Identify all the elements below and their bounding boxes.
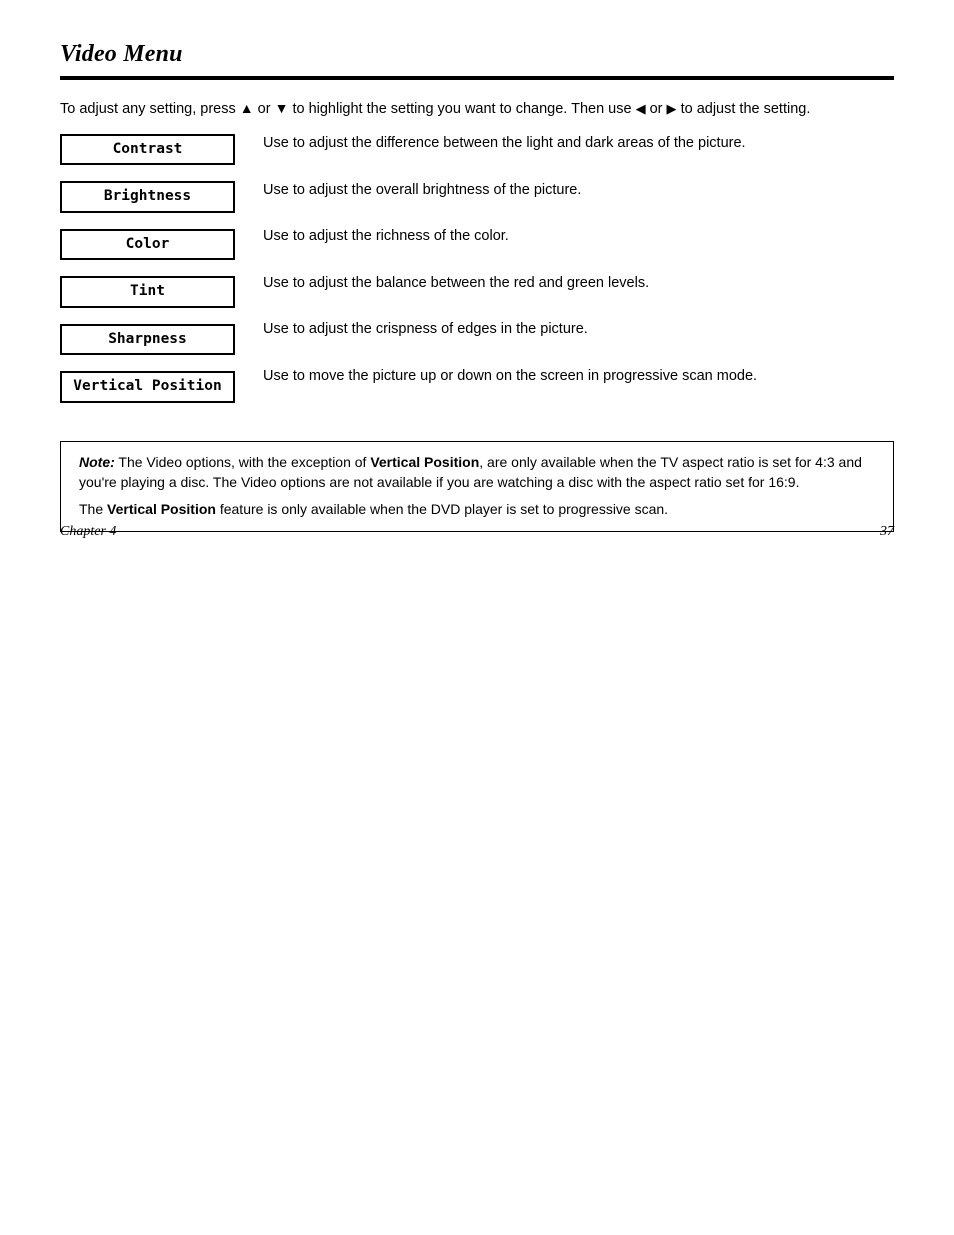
description-column: Use to adjust the difference between the… [263, 134, 894, 386]
left-arrow-icon: ◀ [636, 102, 646, 115]
intro-text: To adjust any setting, press ▲ or ▼ to h… [60, 100, 880, 120]
note-label: Note: [79, 454, 115, 470]
menu-column: Contrast Brightness Color Tint Sharpness… [60, 134, 235, 403]
page-title: Video Menu [60, 38, 894, 70]
menu-item-vposition[interactable]: Vertical Position [60, 371, 235, 403]
down-arrow-icon: ▼ [275, 101, 289, 115]
footer-page: 37 [880, 523, 894, 542]
footer-chapter: Chapter 4 [60, 523, 116, 542]
desc-sharpness: Use to adjust the crispness of edges in … [263, 320, 894, 340]
page-footer: Chapter 4 37 [60, 523, 894, 542]
desc-tint: Use to adjust the balance between the re… [263, 274, 894, 294]
up-arrow-icon: ▲ [240, 101, 254, 115]
note-paragraph-2: The Vertical Position feature is only av… [79, 499, 877, 519]
desc-contrast: Use to adjust the difference between the… [263, 134, 894, 154]
right-arrow-icon: ▶ [667, 102, 677, 115]
title-rule [60, 76, 894, 80]
desc-brightness: Use to adjust the overall brightness of … [263, 181, 894, 201]
note-paragraph-1: Note: The Video options, with the except… [79, 452, 877, 493]
menu-item-brightness[interactable]: Brightness [60, 181, 235, 213]
menu-item-tint[interactable]: Tint [60, 276, 235, 308]
menu-item-contrast[interactable]: Contrast [60, 134, 235, 166]
desc-color: Use to adjust the richness of the color. [263, 227, 894, 247]
menu-item-sharpness[interactable]: Sharpness [60, 324, 235, 356]
desc-vposition: Use to move the picture up or down on th… [263, 367, 894, 387]
menu-item-color[interactable]: Color [60, 229, 235, 261]
note-box: Note: The Video options, with the except… [60, 441, 894, 532]
content-columns: Contrast Brightness Color Tint Sharpness… [60, 134, 894, 403]
